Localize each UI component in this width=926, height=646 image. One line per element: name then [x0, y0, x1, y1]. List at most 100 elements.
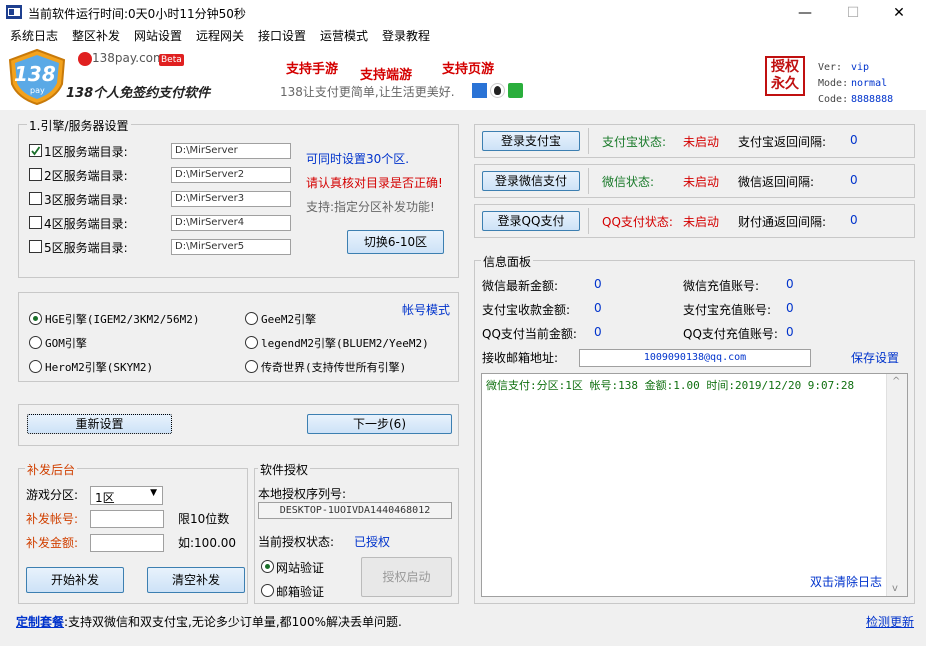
zone1-path-field[interactable]: D:\MirServer: [171, 143, 291, 159]
email-input[interactable]: 1009090138@qq.com: [579, 349, 811, 367]
divider: [588, 208, 589, 234]
clear-log-link[interactable]: 双击清除日志: [810, 573, 882, 590]
engine-legendm2-radio[interactable]: [245, 336, 258, 349]
engine-legend-world-label: 传奇世界(支持传世所有引擎): [261, 361, 407, 374]
zone1-label: 1区服务端目录:: [44, 145, 128, 159]
switch-zones-button[interactable]: 切换6-10区: [347, 230, 444, 254]
chevron-down-icon[interactable]: v: [892, 583, 898, 594]
license-seal: 授权永久: [765, 56, 805, 96]
qq-account-value: 0: [786, 325, 794, 339]
check-update-link[interactable]: 检测更新: [866, 613, 914, 630]
log-area[interactable]: [481, 373, 908, 597]
engine-geem2-radio[interactable]: [245, 312, 258, 325]
qq-icon: [490, 83, 505, 98]
menu-interface-settings[interactable]: 接口设置: [258, 27, 306, 44]
menu-site-settings[interactable]: 网站设置: [134, 27, 182, 44]
zone5-checkbox[interactable]: [29, 240, 42, 253]
zone3-path-field[interactable]: D:\MirServer3: [171, 191, 291, 207]
qqpay-interval-value: 0: [850, 213, 858, 227]
info-panel-title: 信息面板: [481, 253, 534, 270]
custom-package-link[interactable]: 定制套餐: [16, 613, 64, 630]
chevron-up-icon[interactable]: ^: [892, 376, 900, 387]
ali-amount-label: 支付宝收款金额:: [482, 303, 571, 317]
window-title: 当前软件运行时间:0天0小时11分钟50秒: [28, 7, 246, 21]
verify-site-radio[interactable]: [261, 560, 274, 573]
zone2-checkbox[interactable]: [29, 168, 42, 181]
zone2-label: 2区服务端目录:: [44, 169, 128, 183]
zone4-path-field[interactable]: D:\MirServer4: [171, 215, 291, 231]
logo-text: 138: [14, 62, 56, 86]
ali-account-value: 0: [786, 301, 794, 315]
wechat-icon: [508, 83, 523, 98]
wx-amount-label: 微信最新金额:: [482, 279, 559, 293]
divider: [588, 168, 589, 194]
menu-system-log[interactable]: 系统日志: [10, 27, 58, 44]
beta-badge: Beta: [159, 54, 184, 66]
license-status-value: 已授权: [354, 535, 391, 549]
tagline: 138个人免签约支付软件: [66, 86, 211, 101]
minimize-button[interactable]: —: [782, 0, 828, 26]
reissue-title: 补发后台: [25, 461, 78, 478]
promo-web: 支持页游: [442, 62, 495, 77]
zone2-path-field[interactable]: D:\MirServer2: [171, 167, 291, 183]
wechat-interval-value: 0: [850, 173, 858, 187]
wx-amount-value: 0: [594, 277, 602, 291]
code-label: Code:: [818, 94, 849, 105]
save-settings-link[interactable]: 保存设置: [851, 349, 899, 366]
zone3-checkbox[interactable]: [29, 192, 42, 205]
license-title: 软件授权: [258, 461, 311, 478]
verify-mail-radio[interactable]: [261, 584, 274, 597]
maximize-button[interactable]: ☐: [830, 0, 876, 26]
license-serial-label: 本地授权序列号:: [258, 487, 347, 501]
menu-operation-mode[interactable]: 运营模式: [320, 27, 368, 44]
zone3-label: 3区服务端目录:: [44, 193, 128, 207]
menu-login-tutorial[interactable]: 登录教程: [382, 27, 430, 44]
alipay-login-button[interactable]: 登录支付宝: [482, 131, 580, 151]
ali-account-label: 支付宝充值账号:: [683, 303, 772, 317]
engine-hge-radio[interactable]: [29, 312, 42, 325]
zone1-checkbox[interactable]: [29, 144, 42, 157]
brand-site: 138pay.com: [92, 51, 165, 65]
license-start-button[interactable]: 授权启动: [361, 557, 452, 597]
license-serial-field[interactable]: DESKTOP-1UOIVDA1440468012: [258, 502, 452, 519]
engine-gom-label: GOM引擎: [45, 337, 87, 350]
version-label: Ver:: [818, 62, 843, 73]
zone-select-label: 游戏分区:: [26, 488, 79, 502]
qqpay-login-button[interactable]: 登录QQ支付: [482, 211, 580, 231]
menu-zone-reissue[interactable]: 整区补发: [72, 27, 120, 44]
zone5-path-field[interactable]: D:\MirServer5: [171, 239, 291, 255]
engine-herom2-radio[interactable]: [29, 360, 42, 373]
wechat-interval-label: 微信返回间隔:: [738, 175, 815, 189]
alipay-interval-label: 支付宝返回间隔:: [738, 135, 827, 149]
alipay-interval-value: 0: [850, 133, 858, 147]
engine-legend-world-radio[interactable]: [245, 360, 258, 373]
zone-select[interactable]: 1区 ▼: [90, 486, 163, 505]
qq-amount-label: QQ支付当前金额:: [482, 327, 577, 341]
alipay-status-value: 未启动: [683, 135, 720, 149]
slogan: 138让支付更简单,让生活更美好.: [280, 85, 455, 99]
server-settings-title: 1.引擎/服务器设置: [27, 117, 131, 134]
zone4-checkbox[interactable]: [29, 216, 42, 229]
next-step-button[interactable]: 下一步(6): [307, 414, 452, 434]
reissue-account-input[interactable]: [90, 510, 164, 528]
mode-label: Mode:: [818, 78, 849, 89]
note-multi-zone: 可同时设置30个区.: [306, 152, 410, 166]
qq-amount-value: 0: [594, 325, 602, 339]
engine-geem2-label: GeeM2引擎: [261, 313, 317, 326]
wechat-login-button[interactable]: 登录微信支付: [482, 171, 580, 191]
log-scrollbar[interactable]: ^ v: [886, 374, 907, 596]
close-button[interactable]: ✕: [876, 0, 922, 26]
reissue-amount-label: 补发金额:: [26, 536, 79, 550]
verify-site-label: 网站验证: [276, 561, 325, 575]
clear-reissue-button[interactable]: 清空补发: [147, 567, 245, 593]
start-reissue-button[interactable]: 开始补发: [26, 567, 124, 593]
custom-package-text: :支持双微信和双支付宝,无论多少订单量,都100%解决丢单问题.: [64, 615, 402, 629]
reissue-amount-input[interactable]: [90, 534, 164, 552]
code-value: 8888888: [851, 94, 894, 105]
qq-account-label: QQ支付充值账号:: [683, 327, 778, 341]
reset-button[interactable]: 重新设置: [27, 414, 172, 434]
promo-mobile: 支持手游: [286, 62, 339, 77]
account-mode-link[interactable]: 帐号模式: [402, 301, 450, 318]
menu-remote-gateway[interactable]: 远程网关: [196, 27, 244, 44]
engine-gom-radio[interactable]: [29, 336, 42, 349]
